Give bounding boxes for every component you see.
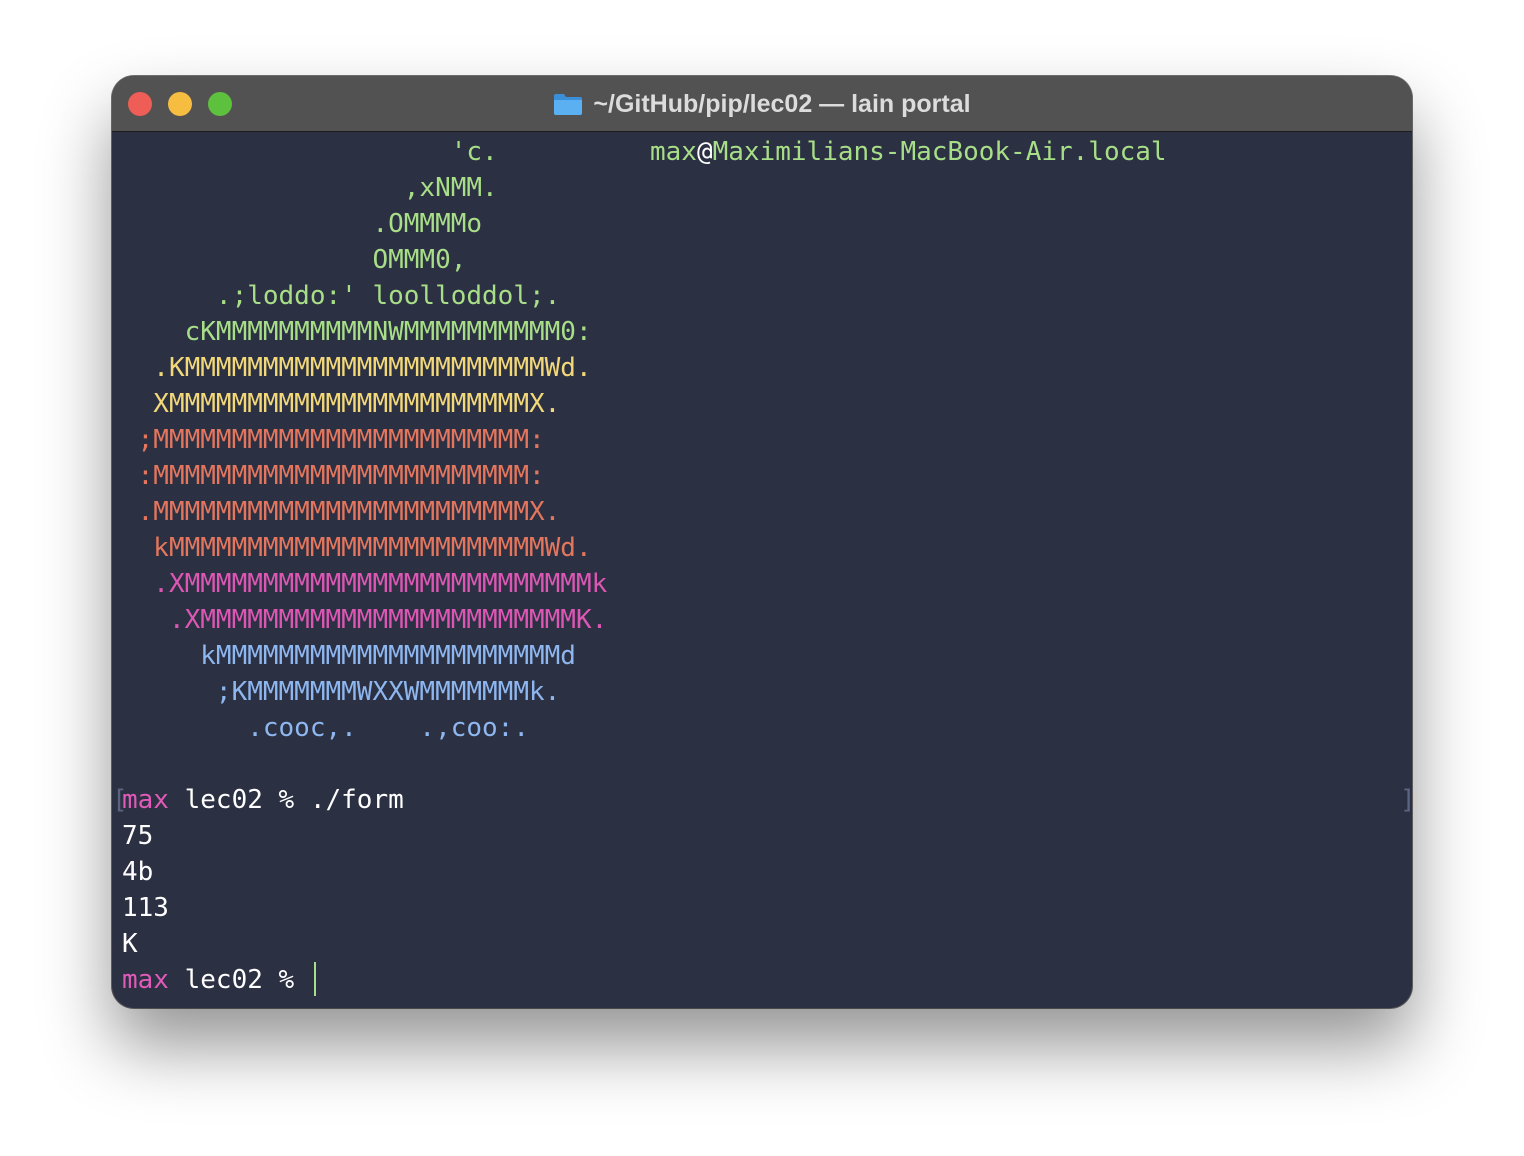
current-prompt-line[interactable]: max lec02 % [122,962,310,998]
logo-line: ,xNMM. [122,173,498,203]
logo-line: ;MMMMMMMMMMMMMMMMMMMMMMMM: [122,425,545,455]
window-title: ~/GitHub/pip/lec02 — lain portal [593,89,971,118]
logo-line: kMMMMMMMMMMMMMMMMMMMMMMd [122,641,576,671]
logo-line: kMMMMMMMMMMMMMMMMMMMMMMMMWd. [122,533,592,563]
prompt-user: max [122,785,169,815]
logo-line: .XMMMMMMMMMMMMMMMMMMMMMMMMK. [122,605,608,635]
logo-line: .cooc,. .,coo:. [122,713,529,743]
logo-line: .KMMMMMMMMMMMMMMMMMMMMMMMWd. [122,353,592,383]
title-bar[interactable]: ~/GitHub/pip/lec02 — lain portal [112,76,1412,132]
prompt-bracket-right: ] [1400,782,1412,818]
logo-line: 'c. [122,137,498,167]
logo-line: :MMMMMMMMMMMMMMMMMMMMMMMM: [122,461,545,491]
prompt-text: lec02 % [168,965,310,995]
output-line: K [122,929,138,959]
command-line: max lec02 % ./form [122,782,404,818]
info-host: Maximilians-MacBook-Air.local [712,137,1167,167]
logo-line: cKMMMMMMMMMMNWMMMMMMMMMM0: [122,317,592,347]
logo-line: XMMMMMMMMMMMMMMMMMMMMMMMX. [122,389,561,419]
logo-line: .OMMMMo [122,209,483,239]
logo-line: .MMMMMMMMMMMMMMMMMMMMMMMMX. [122,497,561,527]
folder-icon [554,94,583,115]
window-title-wrap: ~/GitHub/pip/lec02 — lain portal [112,76,1412,132]
terminal-content[interactable]: 'c. ,xNMM. .OMMMMo OMMM0, .;loddo:' lool… [112,132,1412,1008]
logo-line: OMMM0, [122,245,467,275]
prompt-user: max [122,965,169,995]
system-info-header: max@Maximilians-MacBook-Air.local [650,134,1167,170]
logo-line: ;KMMMMMMMWXXWMMMMMMMk. [122,677,561,707]
info-at: @ [696,137,713,167]
info-user: max [650,137,697,167]
terminal-window: ~/GitHub/pip/lec02 — lain portal 'c. ,xN… [112,76,1412,1008]
output-line: 113 [122,893,169,923]
text-cursor [314,962,316,996]
logo-line: .XMMMMMMMMMMMMMMMMMMMMMMMMMMk [122,569,608,599]
output-line: 4b [122,857,154,887]
prompt-command: lec02 % ./form [168,785,404,815]
output-line: 75 [122,821,154,851]
logo-line: .;loddo:' loolloddol;. [122,281,561,311]
